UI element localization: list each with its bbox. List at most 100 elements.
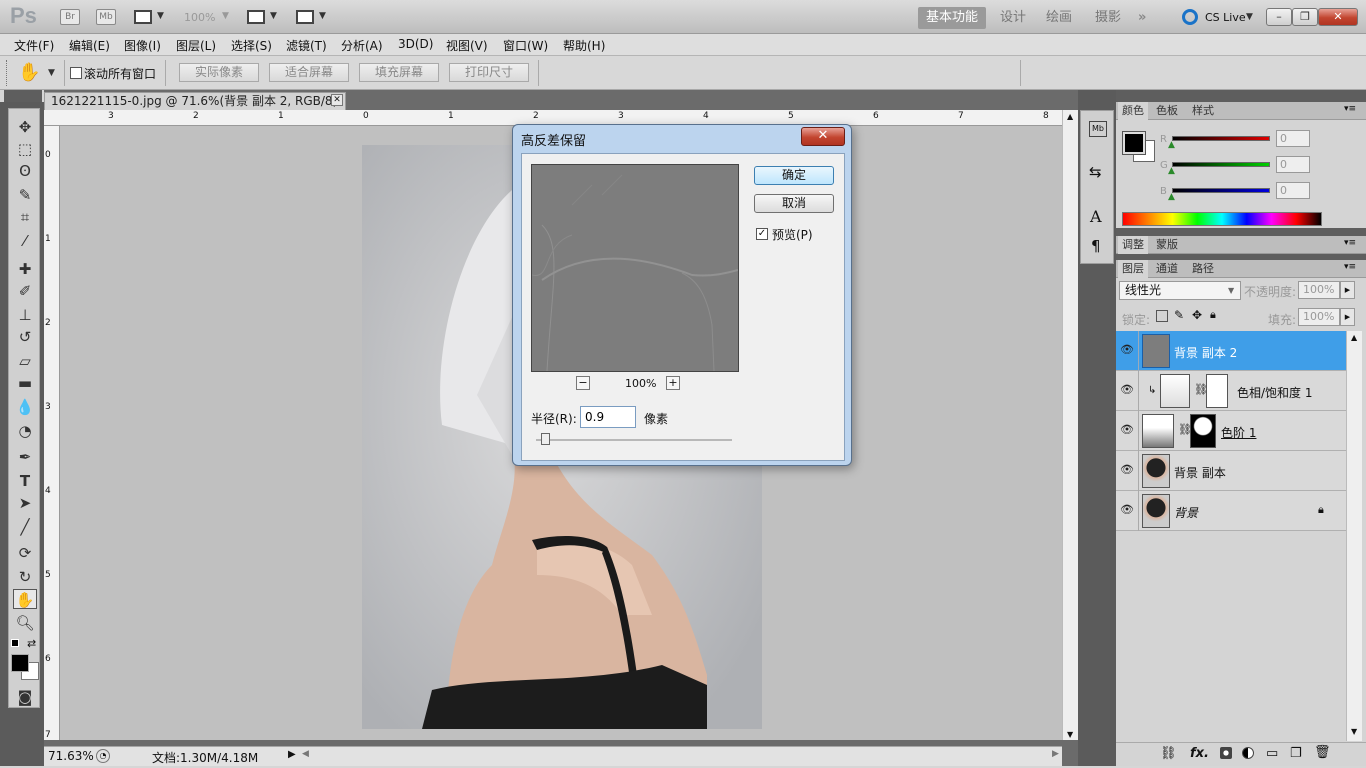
layer-row[interactable]: 👁 ⛓ 色阶 1 [1116,411,1346,451]
workspace-painting[interactable]: 绘画 [1038,7,1080,29]
menu-3d[interactable]: 3D(D) [398,37,433,51]
menu-file[interactable]: 文件(F) [14,37,54,54]
tab-adjustments[interactable]: 调整 [1118,236,1148,254]
panel-group-header[interactable] [1116,90,1366,102]
fill-field[interactable]: 100% [1298,308,1340,326]
menu-edit[interactable]: 编辑(E) [69,37,110,54]
new-adjustment-layer-icon[interactable] [1242,747,1254,759]
hand-tool-preset-icon[interactable]: ✋ [18,62,40,83]
panel-menu-icon[interactable]: ▾≡ [1344,238,1356,248]
blue-slider-marker-icon[interactable]: ▲ [1168,192,1175,202]
zoom-chevron-down-icon[interactable]: ▼ [222,11,229,21]
cs-live-chevron-down-icon[interactable]: ▼ [1246,12,1253,22]
tab-swatches[interactable]: 色板 [1152,102,1182,120]
visibility-eye-icon[interactable]: 👁 [1119,343,1135,357]
scroll-down-icon[interactable]: ▼ [1351,727,1357,736]
history-panel-icon[interactable]: ⇆ [1089,163,1102,181]
history-brush-tool-icon[interactable]: ↺ [13,327,37,347]
fill-screen-button[interactable]: 填充屏幕 [359,63,439,82]
layer-name[interactable]: 背景 [1174,504,1198,521]
workspace-photography[interactable]: 摄影 [1087,7,1129,29]
close-window-button[interactable]: ✕ [1318,8,1358,26]
vertical-scrollbar[interactable]: ▲ ▼ [1062,110,1078,740]
workspace-design[interactable]: 设计 [992,7,1034,29]
visibility-eye-icon[interactable]: 👁 [1119,423,1135,437]
foreground-color-chip[interactable] [1122,131,1146,155]
zoom-in-button[interactable]: + [666,376,680,390]
scroll-left-icon[interactable]: ◀ [302,749,309,759]
layer-row[interactable]: 👁 ↳ ⛓ 色相/饱和度 1 [1116,371,1346,411]
workspace-essentials[interactable]: 基本功能 [918,7,987,29]
new-group-folder-icon[interactable]: ▭ [1266,746,1278,761]
tool-preset-chevron-down-icon[interactable]: ▼ [48,68,55,78]
menu-layer[interactable]: 图层(L) [176,37,216,54]
close-document-icon[interactable]: ✕ [331,94,343,106]
3d-orbit-tool-icon[interactable]: ↻ [13,567,37,587]
default-colors-icon[interactable] [11,639,19,647]
trash-icon[interactable]: 🗑︎ [1314,745,1331,760]
menu-filter[interactable]: 滤镜(T) [286,37,327,54]
new-layer-icon[interactable]: ❐ [1290,746,1302,761]
vertical-ruler[interactable]: 0 1 2 3 4 5 6 7 [44,126,60,740]
zoom-out-button[interactable]: − [576,376,590,390]
link-layers-icon[interactable]: ⛓ [1160,746,1177,761]
quick-selection-tool-icon[interactable]: ✎ [13,185,37,205]
move-tool-icon[interactable]: ✥ [13,117,37,137]
options-grip[interactable] [6,60,8,86]
tab-paths[interactable]: 路径 [1188,260,1218,278]
red-slider[interactable] [1172,136,1270,141]
green-slider-marker-icon[interactable]: ▲ [1168,166,1175,176]
path-selection-tool-icon[interactable]: ➤ [13,493,37,513]
menu-analysis[interactable]: 分析(A) [341,37,383,54]
foreground-color-swatch[interactable] [11,654,29,672]
actual-pixels-button[interactable]: 实际像素 [179,63,259,82]
blend-mode-select[interactable]: 线性光 ▼ [1119,281,1241,300]
add-mask-icon[interactable] [1220,747,1232,759]
line-tool-icon[interactable]: ╱ [13,517,37,537]
color-spectrum-bar[interactable] [1122,212,1322,226]
clone-stamp-tool-icon[interactable]: ⊥ [13,305,37,325]
screen-mode-chevron-down-icon[interactable]: ▼ [319,11,326,21]
arrange-documents-icon[interactable] [247,10,265,24]
blur-tool-icon[interactable]: 💧 [13,397,37,417]
pen-tool-icon[interactable]: ✒ [13,447,37,467]
scroll-up-icon[interactable]: ▲ [1067,112,1073,121]
filter-preview[interactable] [531,164,739,372]
green-slider[interactable] [1172,162,1270,167]
paragraph-panel-icon[interactable]: ¶ [1091,237,1101,255]
bridge-button[interactable]: Br [60,9,80,25]
fill-arrow-icon[interactable]: ▶ [1340,308,1355,326]
menu-view[interactable]: 视图(V) [446,37,488,54]
minimize-button[interactable]: – [1266,8,1292,26]
status-menu-arrow-icon[interactable]: ▶ [288,749,296,760]
scroll-all-windows-checkbox[interactable] [70,67,82,79]
hand-tool-icon[interactable]: ✋ [13,589,37,609]
radius-slider-thumb[interactable] [541,433,550,445]
scroll-up-icon[interactable]: ▲ [1351,333,1357,342]
blue-value-field[interactable]: 0 [1276,182,1310,199]
tab-styles[interactable]: 样式 [1188,102,1218,120]
layer-name[interactable]: 背景 副本 2 [1174,344,1237,361]
status-info-icon[interactable]: ◔ [96,749,110,763]
document-tab[interactable]: 1621221115-0.jpg @ 71.6%(背景 副本 2, RGB/8)… [44,92,346,124]
eraser-tool-icon[interactable]: ▱ [13,351,37,371]
blue-slider[interactable] [1172,188,1270,193]
visibility-eye-icon[interactable]: 👁 [1119,503,1135,517]
print-size-button[interactable]: 打印尺寸 [449,63,529,82]
character-panel-icon[interactable]: A [1090,207,1102,226]
mini-bridge-button[interactable]: Mb [96,9,116,25]
screen-mode-icon[interactable] [296,10,314,24]
layer-row[interactable]: 👁 背景 副本 [1116,451,1346,491]
layers-scrollbar[interactable]: ▲ ▼ [1346,331,1362,741]
dialog-close-button[interactable]: ✕ [801,127,845,146]
panel-menu-icon[interactable]: ▾≡ [1344,262,1356,272]
layer-name[interactable]: 色相/饱和度 1 [1237,384,1313,401]
restore-button[interactable]: ❐ [1292,8,1318,26]
panel-menu-icon[interactable]: ▾≡ [1344,104,1356,114]
brush-tool-icon[interactable]: ✐ [13,281,37,301]
more-workspaces-icon[interactable]: » [1130,7,1154,29]
red-value-field[interactable]: 0 [1276,130,1310,147]
lock-transparent-icon[interactable] [1156,310,1168,322]
layer-name[interactable]: 色阶 1 [1221,424,1256,441]
healing-brush-tool-icon[interactable]: ✚ [13,259,37,279]
